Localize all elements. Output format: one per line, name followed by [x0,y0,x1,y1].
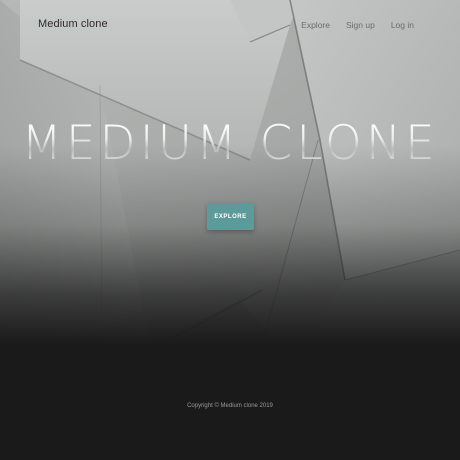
footer: Copyright © Medium clone 2019 [0,345,460,460]
hero-title: MEDIUM CLONE [0,120,460,167]
nav-link-explore[interactable]: Explore [301,20,330,30]
copyright-text: Copyright © Medium clone 2019 [187,403,273,409]
hero-section: Medium clone Explore Sign up Log in MEDI… [0,0,460,345]
nav-link-log-in[interactable]: Log in [391,20,414,30]
explore-button[interactable]: EXPLORE [207,203,254,230]
nav-links: Explore Sign up Log in [285,20,414,30]
brand-link[interactable]: Medium clone [38,18,108,30]
navbar: Medium clone Explore Sign up Log in [0,0,460,52]
page: Medium clone Explore Sign up Log in MEDI… [0,0,460,460]
nav-link-sign-up[interactable]: Sign up [346,20,375,30]
